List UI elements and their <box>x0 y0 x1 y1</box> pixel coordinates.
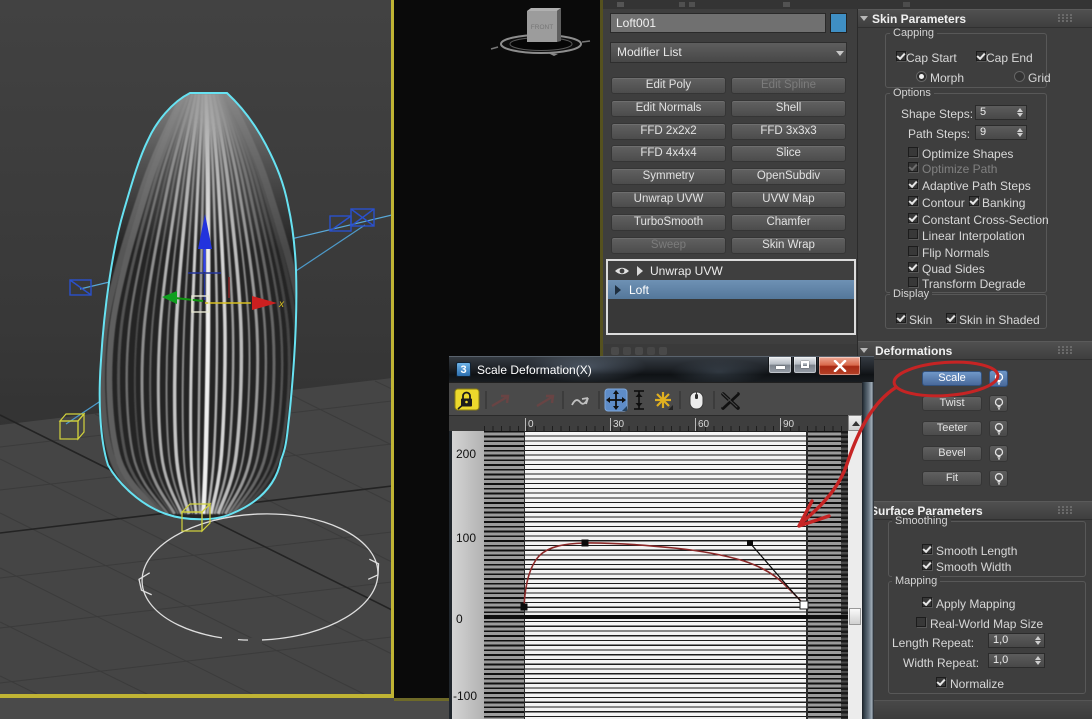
svg-text:x: x <box>278 299 285 310</box>
svg-text:FRONT: FRONT <box>531 24 553 31</box>
